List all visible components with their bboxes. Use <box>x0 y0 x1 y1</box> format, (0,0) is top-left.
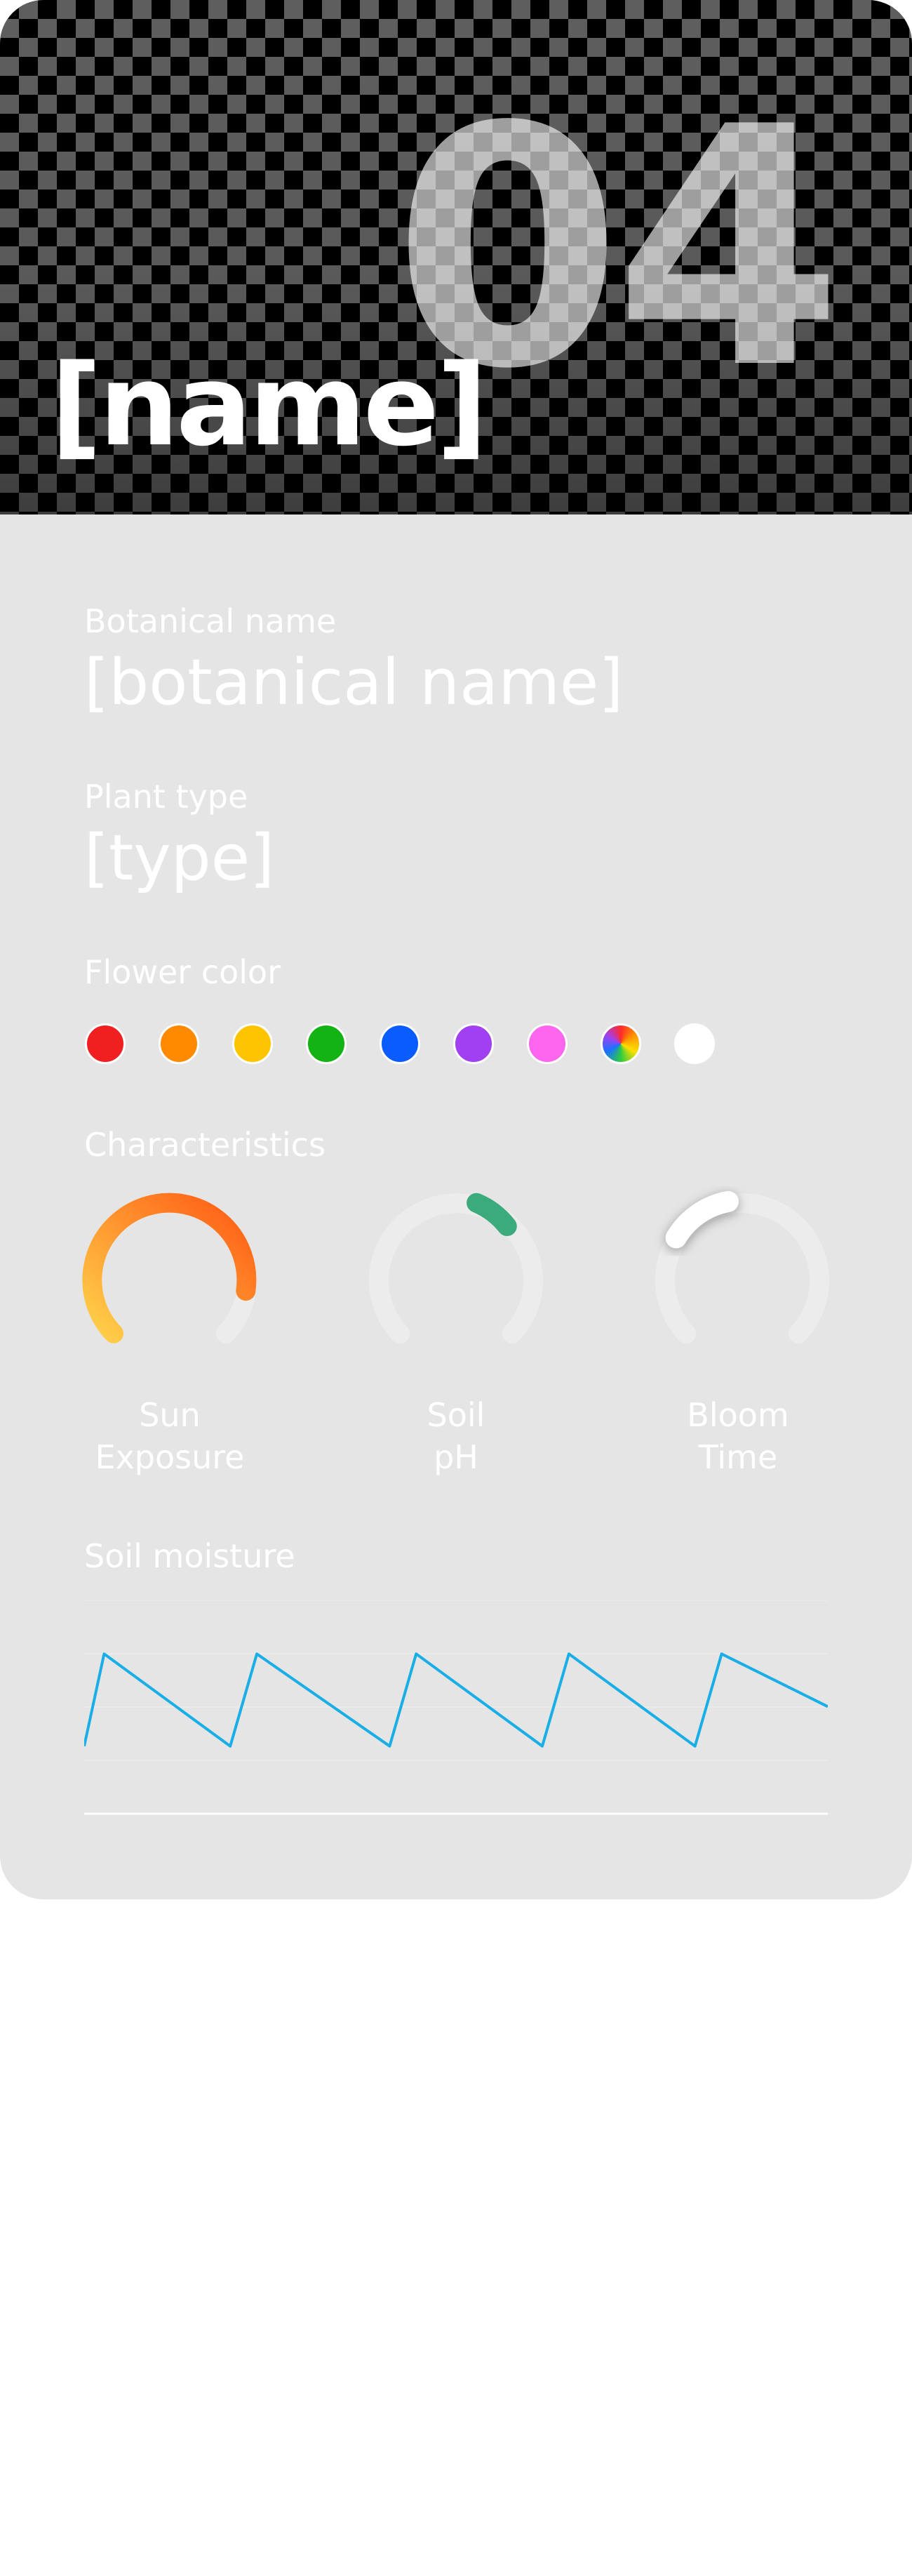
bloom-time-label-line1: Bloom <box>687 1396 789 1434</box>
swatch-orange[interactable] <box>159 1023 199 1064</box>
sun-exposure-label-line2: Exposure <box>95 1438 245 1476</box>
soil-ph-gauge <box>369 1193 543 1343</box>
sun-exposure-label-line1: Sun <box>139 1396 201 1434</box>
swatch-green[interactable] <box>306 1023 347 1064</box>
plant-type-label: Plant type <box>84 778 248 816</box>
characteristics-label: Characteristics <box>84 1126 326 1164</box>
botanical-name-value: [botanical name] <box>84 646 624 719</box>
swatch-purple[interactable] <box>453 1023 494 1064</box>
plant-type-value: [type] <box>84 821 275 895</box>
soil-moisture-series-line <box>84 1652 828 1748</box>
bloom-time-gauge <box>655 1190 829 1343</box>
soil-ph-label-line2: pH <box>434 1438 478 1476</box>
swatch-multicolor[interactable] <box>601 1023 641 1064</box>
swatch-blue[interactable] <box>380 1023 420 1064</box>
bloom-time-label: Bloom Time <box>633 1394 843 1478</box>
sun-exposure-gauge <box>82 1193 257 1343</box>
flower-color-label: Flower color <box>84 953 281 991</box>
soil-moisture-label: Soil moisture <box>84 1537 295 1575</box>
soil-ph-label-line1: Soil <box>427 1396 485 1434</box>
soil-ph-label: Soil pH <box>351 1394 561 1478</box>
chart-gridlines <box>84 1600 828 1815</box>
plant-card: 04 [name] Botanical name [botanical name… <box>0 0 912 1899</box>
sun-exposure-label: Sun Exposure <box>65 1394 275 1478</box>
swatch-red[interactable] <box>85 1023 126 1064</box>
gauge-fill <box>665 1190 739 1249</box>
plant-name: [name] <box>51 340 488 471</box>
gauge-fill <box>82 1193 257 1343</box>
gauge-fill <box>467 1193 517 1236</box>
bloom-time-label-line2: Time <box>698 1438 778 1476</box>
hero-image-placeholder: 04 [name] <box>0 0 912 514</box>
botanical-name-label: Botanical name <box>84 602 337 640</box>
swatch-pink[interactable] <box>527 1023 568 1064</box>
swatch-white[interactable] <box>674 1023 715 1064</box>
swatch-yellow[interactable] <box>232 1023 273 1064</box>
soil-moisture-chart <box>84 1600 828 1815</box>
